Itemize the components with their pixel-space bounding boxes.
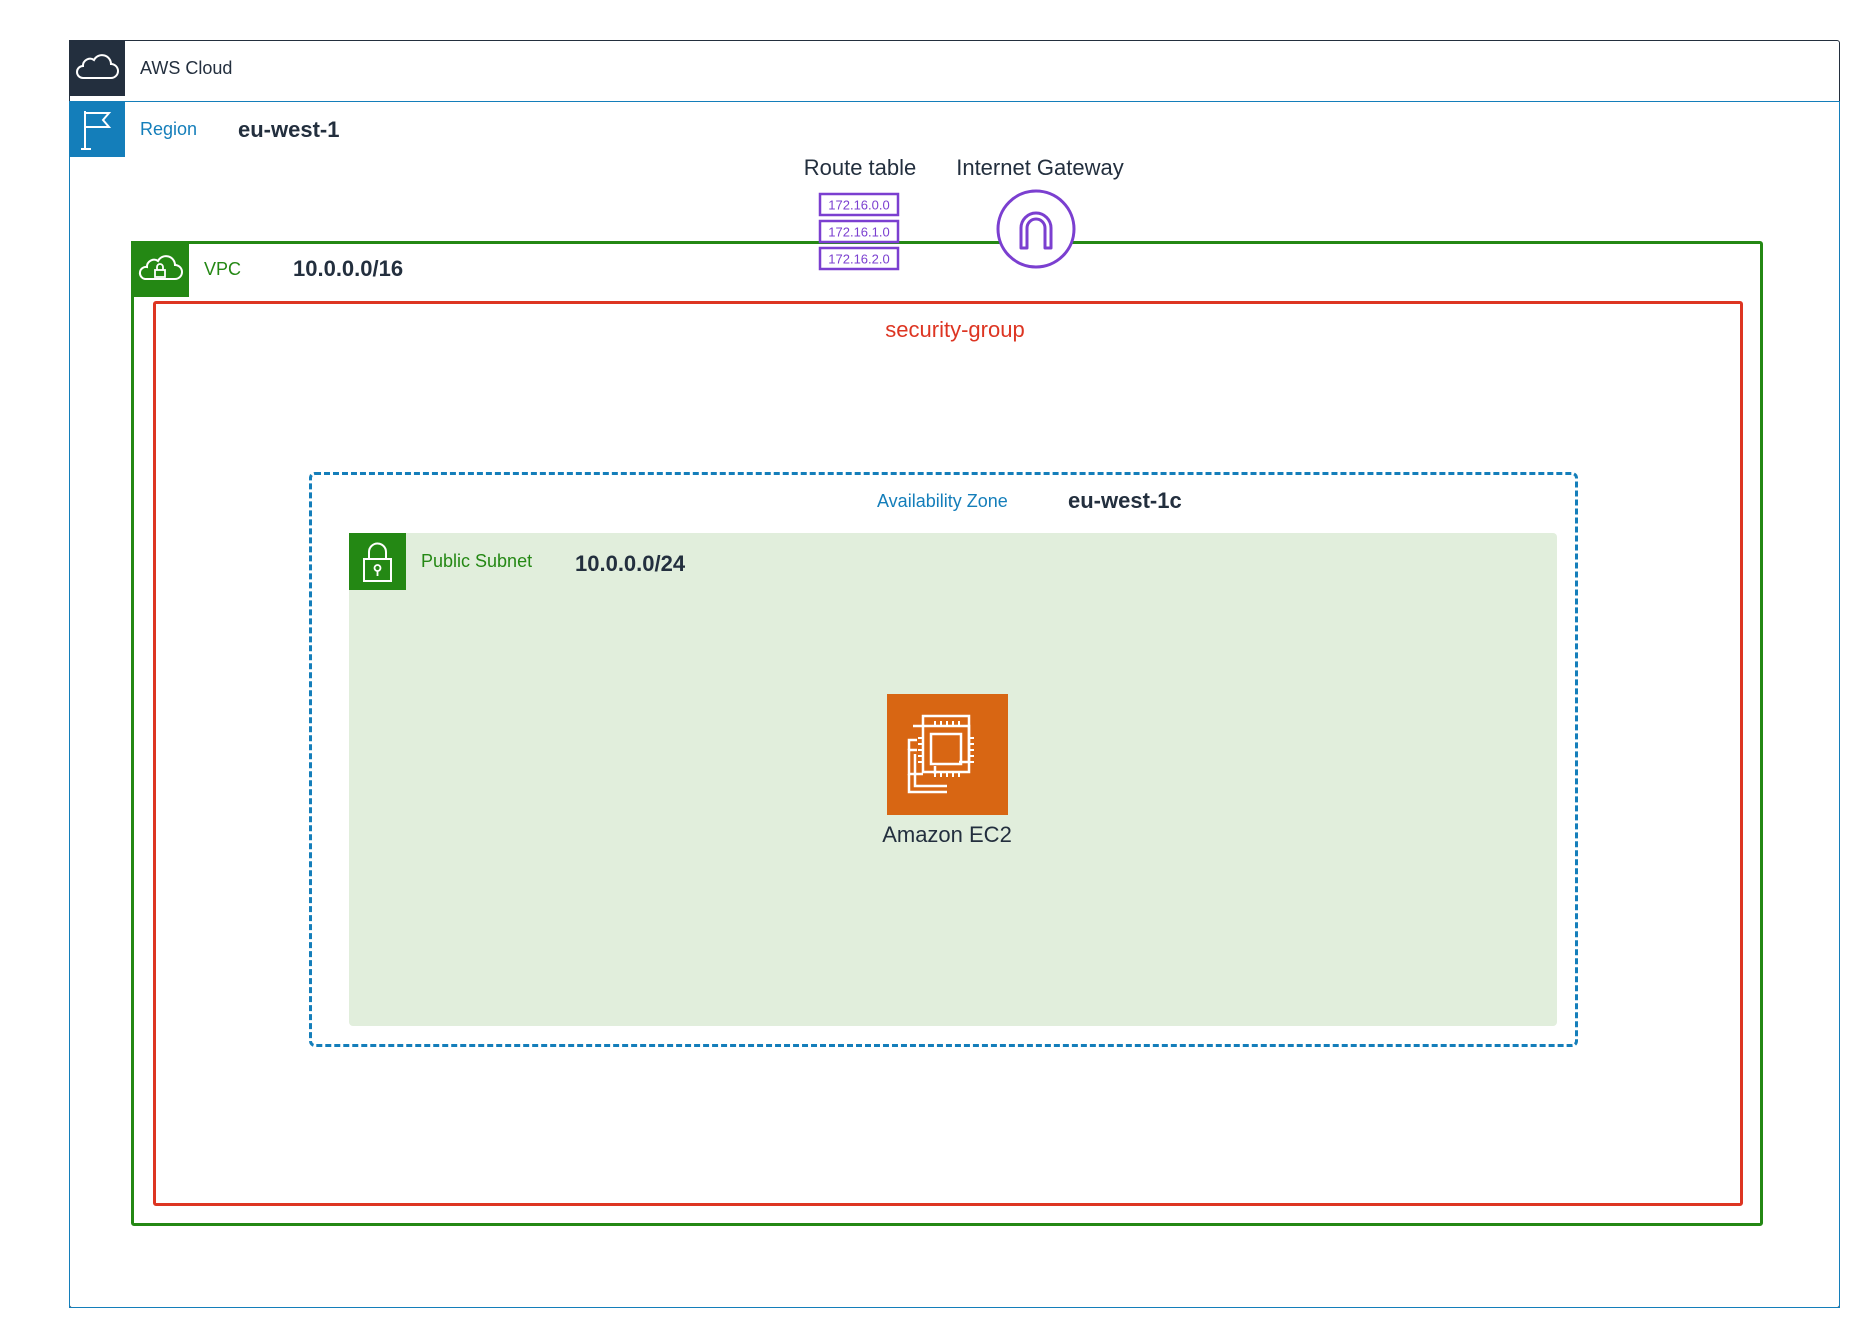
route-entry-2: 172.16.2.0 [828, 252, 889, 267]
internet-gateway-icon [995, 188, 1077, 270]
public-subnet-cidr: 10.0.0.0/24 [575, 551, 686, 576]
route-entry: 172.16.1.0 [818, 219, 900, 244]
padlock-icon [363, 542, 392, 582]
route-entry-0: 172.16.0.0 [828, 198, 889, 213]
vpc-cidr: 10.0.0.0/16 [293, 256, 404, 281]
region-badge [69, 101, 125, 157]
route-entry-1: 172.16.1.0 [828, 225, 889, 240]
internet-gateway-label: Internet Gateway [956, 155, 1124, 180]
region-value: eu-west-1 [238, 117, 340, 142]
vpc-label: VPC [204, 259, 242, 279]
cloud-label: AWS Cloud [140, 58, 233, 78]
region-label: Region [140, 119, 198, 139]
availability-zone-label: Availability Zone [877, 491, 1008, 511]
public-subnet-label: Public Subnet [421, 551, 533, 571]
vpc-badge [131, 241, 189, 297]
security-group-label: security-group [885, 317, 1025, 342]
cloud-lock-icon [138, 255, 183, 280]
cloud-icon [76, 54, 119, 79]
route-entry: 172.16.0.0 [818, 192, 900, 217]
cloud-badge [69, 40, 125, 96]
ec2-label: Amazon EC2 [882, 822, 1012, 847]
route-table-icon: 172.16.0.0 172.16.1.0 172.16.2.0 [818, 192, 900, 272]
ec2-chip-icon [887, 694, 1008, 815]
subnet-badge [349, 533, 406, 590]
flag-icon [81, 111, 112, 150]
route-table-label: Route table [803, 155, 917, 180]
route-entry: 172.16.2.0 [818, 246, 900, 271]
availability-zone-value: eu-west-1c [1068, 488, 1182, 513]
